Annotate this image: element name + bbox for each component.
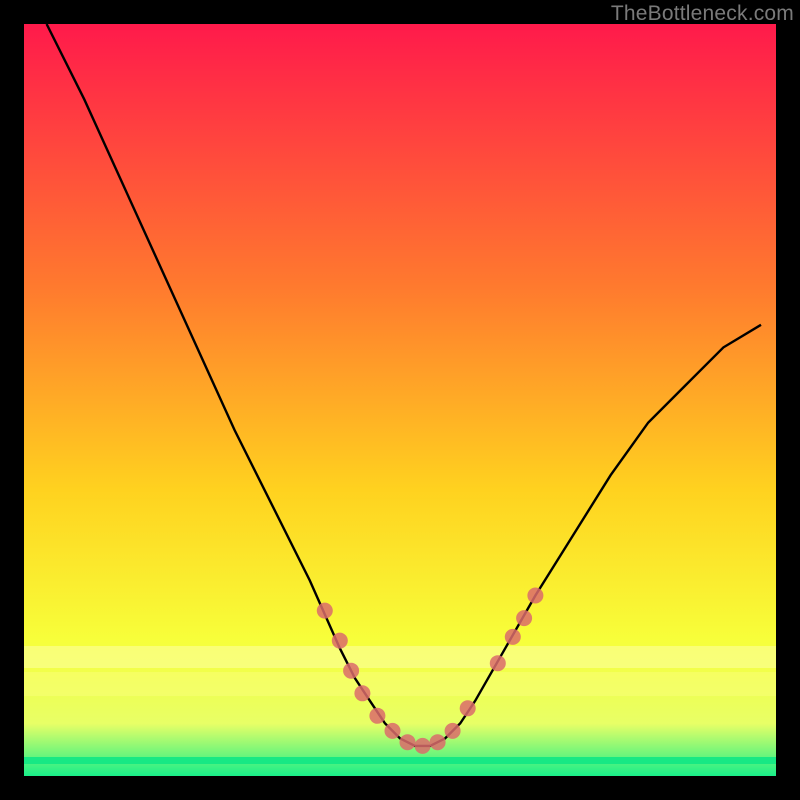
marker-dot (527, 588, 543, 604)
marker-dot (445, 723, 461, 739)
marker-dot (369, 708, 385, 724)
marker-dot (385, 723, 401, 739)
marker-dot (343, 663, 359, 679)
marker-dot (354, 685, 370, 701)
marker-dot (415, 738, 431, 754)
marker-dot (317, 603, 333, 619)
bottleneck-chart (24, 24, 776, 776)
watermark-text: TheBottleneck.com (611, 2, 794, 26)
chart-frame (24, 24, 776, 776)
band-2 (24, 672, 776, 696)
green-strip (24, 757, 776, 764)
marker-dot (430, 734, 446, 750)
marker-dot (505, 629, 521, 645)
marker-dot (490, 655, 506, 671)
marker-dot (516, 610, 532, 626)
band-1 (24, 646, 776, 668)
marker-dot (460, 700, 476, 716)
marker-dot (332, 633, 348, 649)
marker-dot (400, 734, 416, 750)
